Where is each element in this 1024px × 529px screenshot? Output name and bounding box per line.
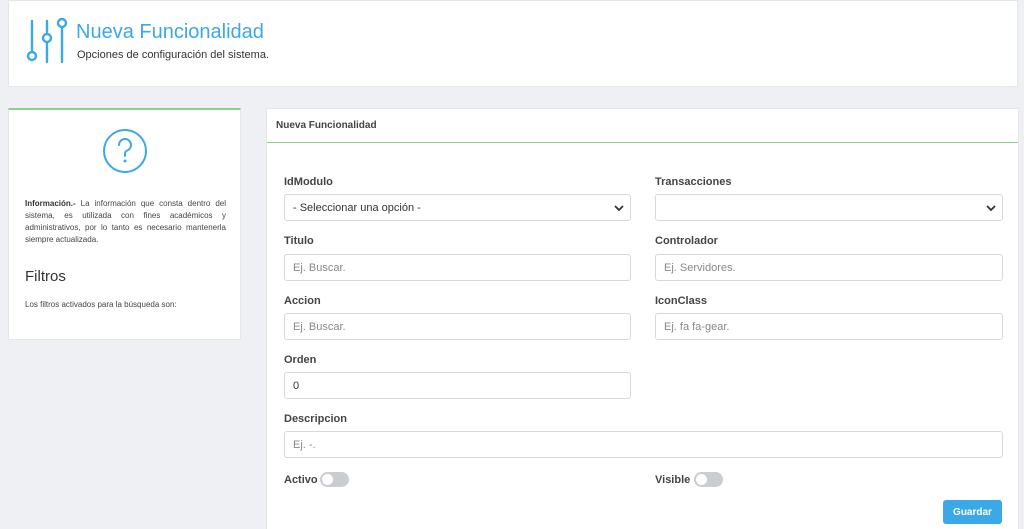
save-button[interactable]: Guardar bbox=[943, 500, 1002, 524]
visible-label: Visible bbox=[655, 474, 691, 486]
info-text: Información.- La información que consta … bbox=[25, 198, 226, 246]
filters-text: Los filtros activados para la búsqueda s… bbox=[25, 300, 177, 309]
descripcion-label: Descripcion bbox=[284, 413, 347, 425]
question-circle-icon bbox=[103, 129, 147, 173]
page-title: Nueva Funcionalidad bbox=[76, 21, 264, 43]
iconclass-label: IconClass bbox=[655, 295, 707, 307]
toggle-knob bbox=[322, 474, 333, 485]
controlador-label: Controlador bbox=[655, 235, 718, 247]
transacciones-select[interactable] bbox=[655, 194, 1003, 221]
page-subtitle: Opciones de configuración del sistema. bbox=[77, 49, 269, 61]
descripcion-input[interactable] bbox=[284, 431, 1003, 458]
sliders-icon bbox=[26, 17, 68, 64]
chevron-down-icon bbox=[986, 205, 996, 212]
orden-label: Orden bbox=[284, 354, 317, 366]
titulo-input[interactable] bbox=[284, 254, 631, 281]
filters-title: Filtros bbox=[25, 268, 66, 285]
idmodulo-value: - Seleccionar una opción - bbox=[293, 201, 421, 214]
visible-toggle[interactable] bbox=[694, 472, 723, 487]
iconclass-input[interactable] bbox=[655, 313, 1003, 340]
activo-label: Activo bbox=[284, 474, 318, 486]
controlador-input[interactable] bbox=[655, 254, 1003, 281]
panel-title: Nueva Funcionalidad bbox=[267, 109, 1018, 143]
info-sidebar: Información.- La información que consta … bbox=[8, 108, 241, 340]
accion-input[interactable] bbox=[284, 313, 631, 340]
titulo-label: Titulo bbox=[284, 235, 314, 247]
idmodulo-select[interactable]: - Seleccionar una opción - bbox=[284, 194, 631, 221]
activo-toggle[interactable] bbox=[320, 472, 349, 487]
orden-input[interactable] bbox=[284, 372, 631, 399]
idmodulo-label: IdModulo bbox=[284, 176, 333, 188]
transacciones-label: Transacciones bbox=[655, 176, 732, 188]
info-label: Información.- bbox=[25, 199, 76, 208]
toggle-knob bbox=[696, 474, 707, 485]
page-header: Nueva Funcionalidad Opciones de configur… bbox=[8, 0, 1018, 87]
chevron-down-icon bbox=[614, 205, 624, 212]
accion-label: Accion bbox=[284, 295, 321, 307]
